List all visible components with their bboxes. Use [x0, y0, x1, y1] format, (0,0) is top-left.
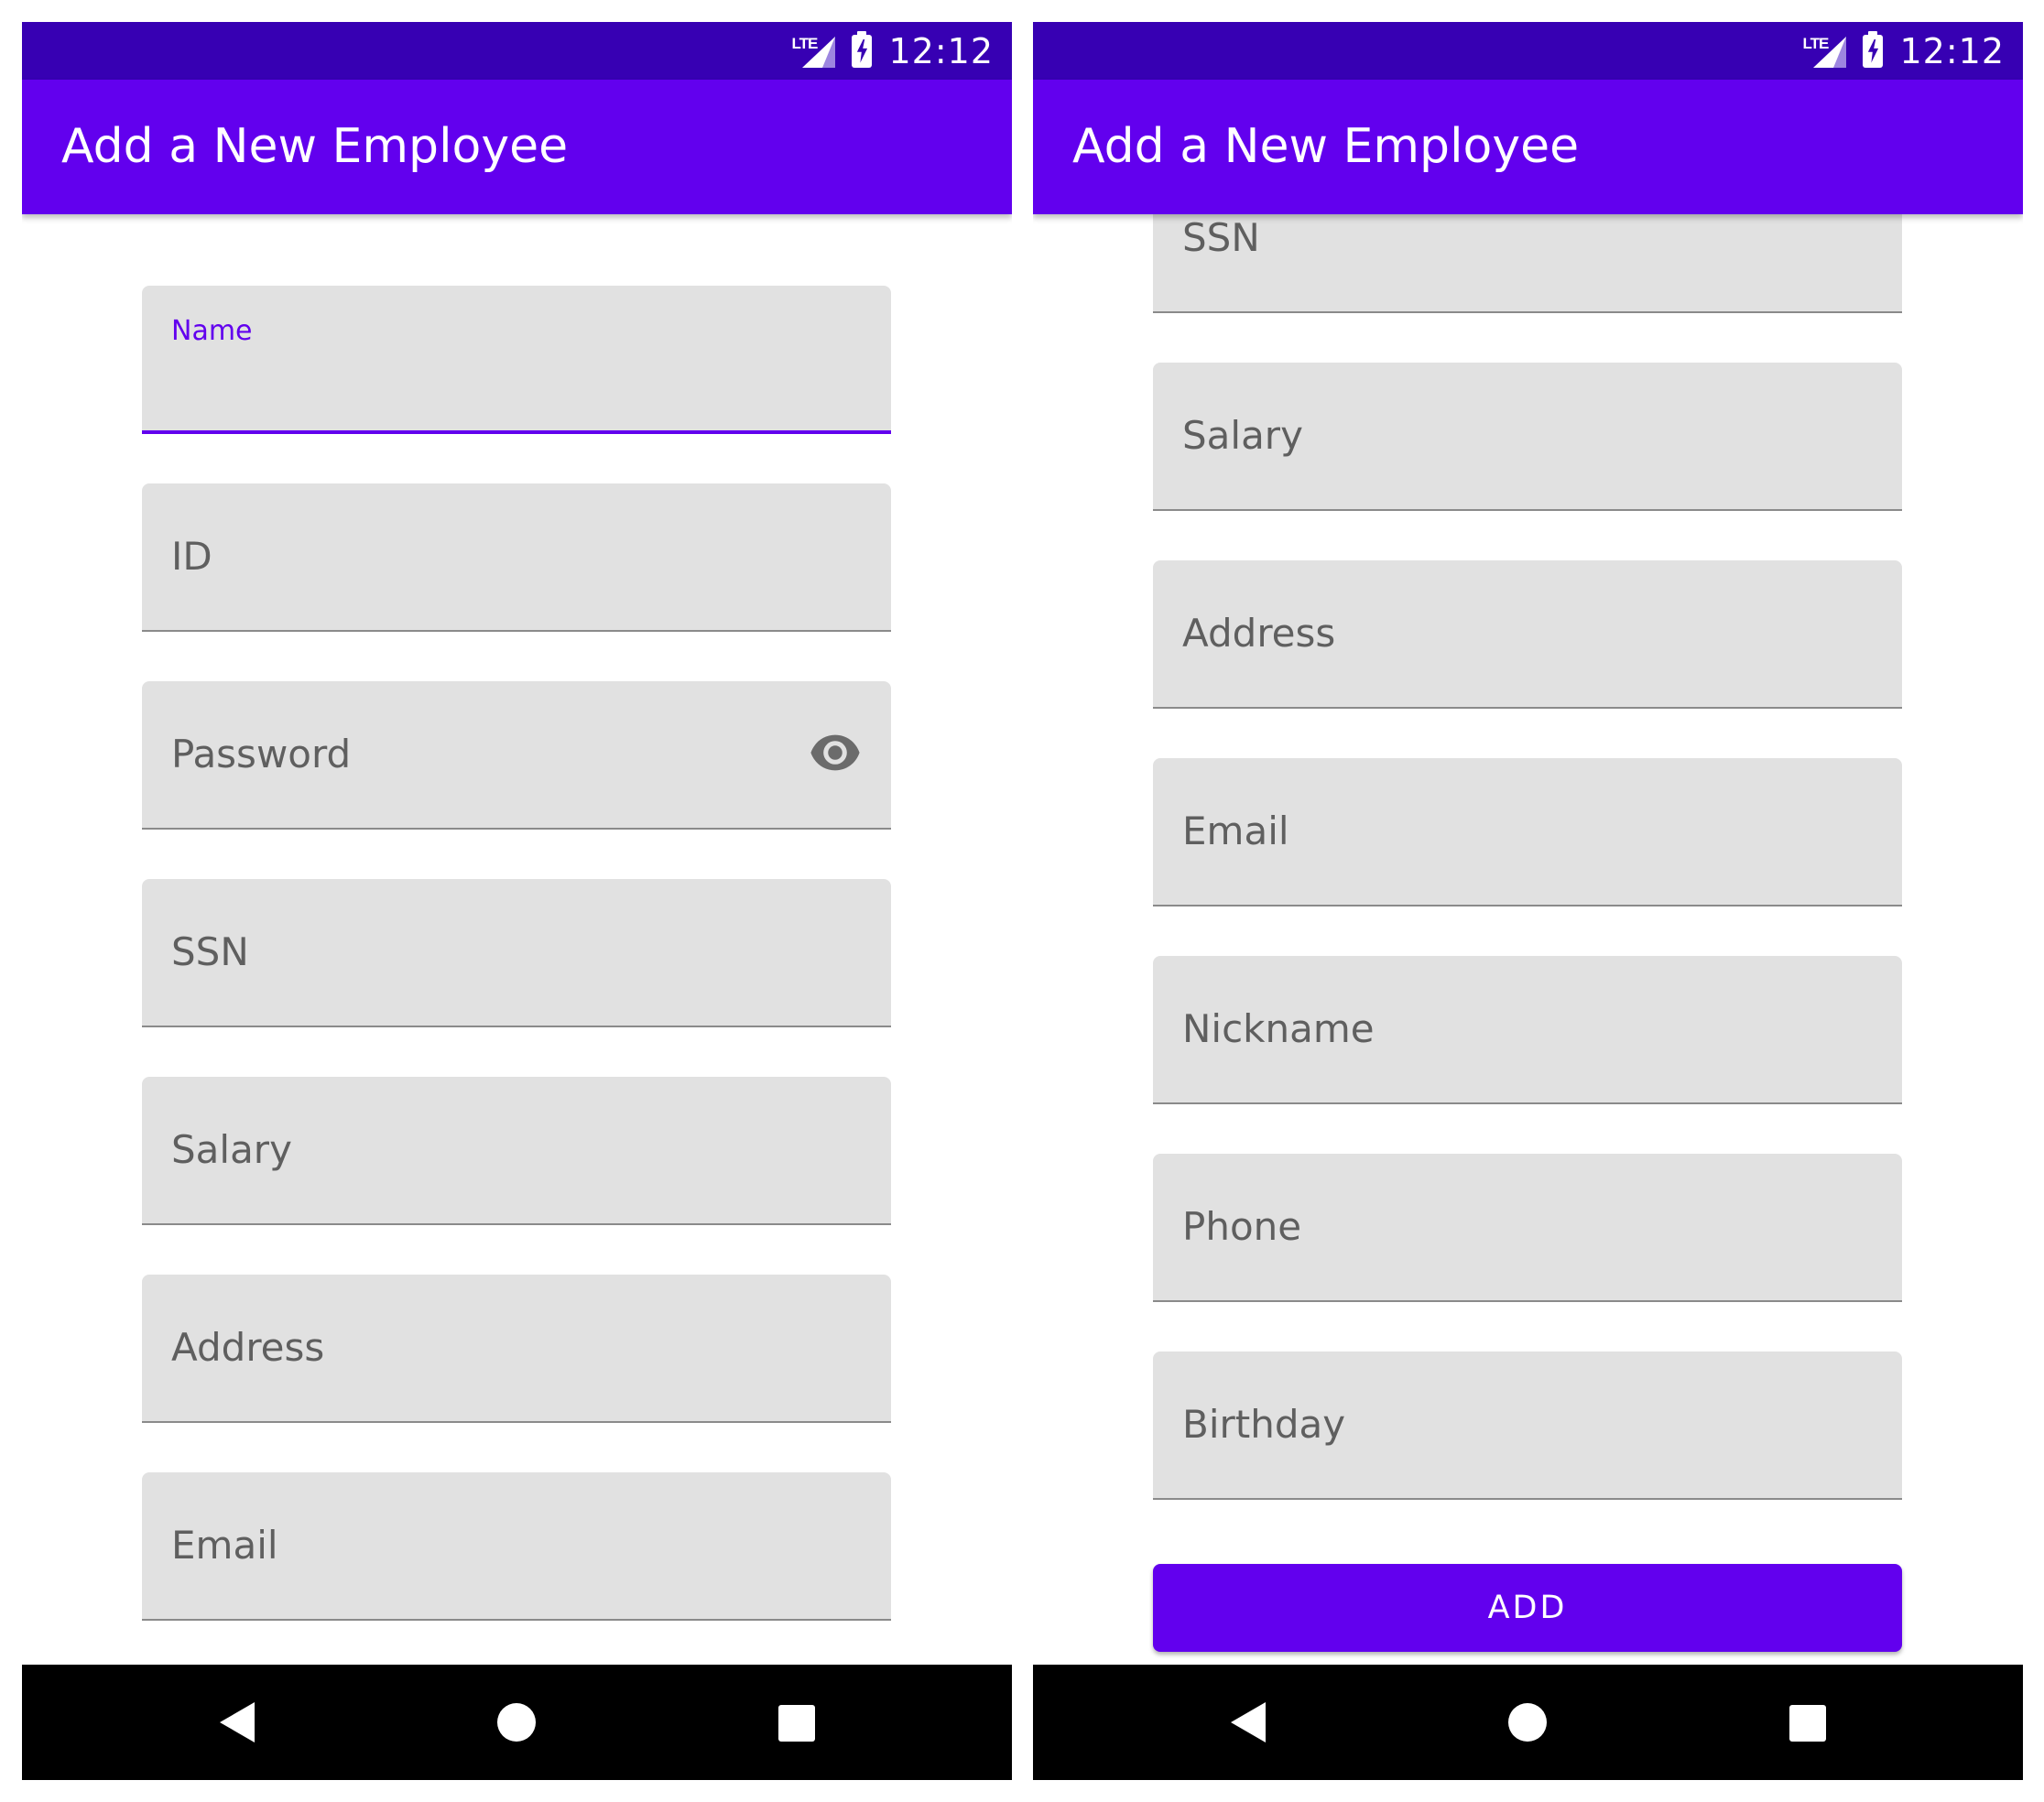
field-label: SSN — [1182, 215, 1260, 260]
field-label: Email — [1182, 809, 1289, 853]
email-field[interactable]: Email — [142, 1472, 891, 1621]
salary-field[interactable]: Salary — [1153, 363, 1902, 511]
field-label: Nickname — [1182, 1006, 1375, 1051]
back-icon[interactable] — [220, 1702, 255, 1742]
back-icon[interactable] — [1231, 1702, 1266, 1742]
status-time: 12:12 — [888, 30, 994, 71]
app-bar: Add a New Employee — [22, 80, 1012, 214]
status-bar: LTE 12:12 — [1033, 22, 2023, 80]
field-label: Salary — [1182, 413, 1303, 458]
status-time: 12:12 — [1899, 30, 2005, 71]
recents-icon[interactable] — [778, 1705, 815, 1742]
phone-screen-left: LTE 12:12 Add a New Employee Name ID Pas… — [22, 22, 1012, 1780]
navigation-bar — [22, 1665, 1012, 1780]
address-field[interactable]: Address — [1153, 560, 1902, 709]
phone-field[interactable]: Phone — [1153, 1154, 1902, 1302]
field-label: Email — [171, 1523, 278, 1568]
lte-signal-icon: LTE — [1802, 33, 1847, 70]
battery-charging-icon — [852, 30, 873, 68]
page-title: Add a New Employee — [61, 119, 569, 174]
home-icon[interactable] — [497, 1703, 536, 1742]
field-label: Birthday — [1182, 1402, 1346, 1447]
lte-signal-icon: LTE — [791, 33, 836, 70]
status-bar: LTE 12:12 — [22, 22, 1012, 80]
name-field[interactable]: Name — [142, 286, 891, 434]
navigation-bar — [1033, 1665, 2023, 1780]
eye-icon[interactable] — [809, 733, 862, 773]
field-label: Address — [1182, 611, 1336, 656]
field-label: Address — [171, 1325, 325, 1370]
salary-field[interactable]: Salary — [142, 1077, 891, 1225]
birthday-field[interactable]: Birthday — [1153, 1352, 1902, 1500]
phone-screen-right: LTE 12:12 Add a New Employee SSN Salary … — [1033, 22, 2023, 1780]
form-scroll-area[interactable]: SSN Salary Address Email Nickname Phone … — [1033, 214, 2023, 1687]
field-label: Password — [171, 732, 352, 776]
field-label: Phone — [1182, 1204, 1302, 1249]
nickname-field[interactable]: Nickname — [1153, 956, 1902, 1104]
home-icon[interactable] — [1508, 1703, 1547, 1742]
password-field[interactable]: Password — [142, 681, 891, 830]
add-button[interactable]: ADD — [1153, 1564, 1902, 1652]
app-bar: Add a New Employee — [1033, 80, 2023, 214]
battery-charging-icon — [1863, 30, 1884, 68]
field-label: Name — [171, 315, 253, 347]
page-title: Add a New Employee — [1072, 119, 1580, 174]
ssn-field[interactable]: SSN — [1153, 214, 1902, 313]
id-field[interactable]: ID — [142, 483, 891, 632]
field-label: SSN — [171, 929, 249, 974]
address-field[interactable]: Address — [142, 1275, 891, 1423]
form-scroll-area[interactable]: Name ID Password SSN Salary Address Emai… — [22, 214, 1012, 1687]
field-label: ID — [171, 534, 212, 579]
field-label: Salary — [171, 1127, 292, 1172]
recents-icon[interactable] — [1789, 1705, 1826, 1742]
ssn-field[interactable]: SSN — [142, 879, 891, 1027]
email-field[interactable]: Email — [1153, 758, 1902, 906]
